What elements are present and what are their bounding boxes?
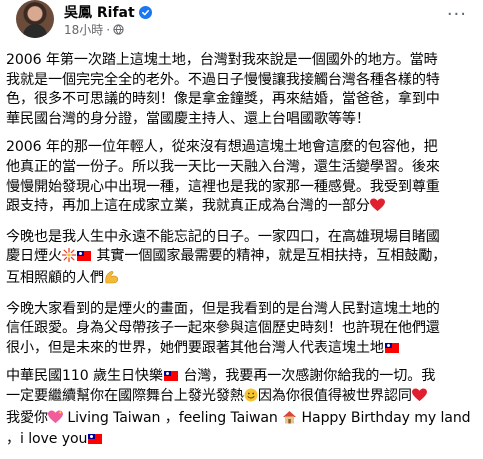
sparkling-heart-emoji <box>48 409 63 431</box>
verified-badge-icon <box>138 5 152 19</box>
author-avatar[interactable] <box>16 0 54 38</box>
text-line: 我愛你 Living Taiwan ，feeling Taiwan Happy … <box>6 409 476 431</box>
text-line: 我就是一個完完全全的老外。不過日子慢慢讓我接觸台灣各種各樣的特 <box>6 71 440 88</box>
roc-taiwan-flag-emoji <box>384 342 399 353</box>
paragraph-4: 今晚大家看到的是煙火的畫面，但是我看到的是台灣人民對這塊土地的 信任跟愛。身為父… <box>6 300 476 359</box>
meta-separator: · <box>106 22 111 37</box>
globe-icon <box>113 24 124 35</box>
text-segment: 跟支持，再加上這在成家立業，我就真正成為台灣的一部分 <box>6 198 370 215</box>
flexed-biceps-emoji <box>104 270 119 291</box>
text-line: 中華民國110 歲生日快樂 台灣，我要再一次感謝你給我的一切。我 <box>6 367 476 387</box>
text-line: ，i love you <box>6 430 476 450</box>
roc-taiwan-flag-emoji <box>163 371 178 382</box>
text-segment: 我愛你 <box>6 409 48 426</box>
text-segment: 互相照顧的人們 <box>6 269 104 286</box>
paragraph-1: 2006 年第一次踏上這塊土地，台灣對我來說是一個國外的地方。當時 我就是一個完… <box>6 51 476 129</box>
facebook-post: 吳鳳 Rifat 18小時 · ··· 2006 年第一次踏上這塊土地，台灣對我… <box>0 0 483 447</box>
text-segment: 一定要繼續幫你在國際舞台上發光發熱 <box>6 387 244 404</box>
text-segment: 很小，但是未來的世界，她們要跟著其他台灣人代表這塊土地 <box>6 339 384 356</box>
smiling-face-emoji <box>244 388 258 409</box>
text-line: 跟支持，再加上這在成家立業，我就真正成為台灣的一部分 <box>6 197 476 219</box>
text-segment: Living Taiwan ，feeling Taiwan <box>62 409 283 426</box>
text-segment: 台灣，我要再一次感謝你給我的一切。我 <box>178 368 436 385</box>
text-line: 慶日煙火 其實一個國家最需要的精神，就是互相扶持，互相鼓勵， <box>6 247 476 269</box>
red-heart-emoji <box>369 198 385 219</box>
post-time[interactable]: 18小時 <box>64 21 103 38</box>
text-segment: Happy Birthday my land <box>297 409 471 426</box>
roc-taiwan-flag-emoji <box>76 251 91 262</box>
post-meta: 18小時 · <box>64 21 124 38</box>
author-name-row: 吳鳳 Rifat <box>64 2 152 22</box>
firework-emoji <box>61 248 77 269</box>
text-segment: 中華民國110 歲生日快樂 <box>6 368 163 385</box>
more-options-button[interactable]: ··· <box>447 6 467 24</box>
text-segment: ，i love you <box>6 431 88 448</box>
text-segment: 其實一個國家最需要的精神，就是互相扶持，互相鼓勵， <box>91 248 447 265</box>
text-line: 今晚也是我人生中永遠不能忘記的日子。一家四口，在高雄現場目睹國 <box>6 228 440 245</box>
text-segment: 慶日煙火 <box>6 248 62 265</box>
text-line: 華民國台灣的身分證，當國慶主持人、還上台唱國歌等等！ <box>6 110 370 127</box>
text-line: 一定要繼續幫你在國際舞台上發光發熱 因為你很值得被世界認同 <box>6 387 476 409</box>
paragraph-3: 今晚也是我人生中永遠不能忘記的日子。一家四口，在高雄現場目睹國 慶日煙火 其實一… <box>6 228 476 291</box>
text-line: 很小，但是未來的世界，她們要跟著其他台灣人代表這塊土地 <box>6 339 476 359</box>
post-header: 吳鳳 Rifat 18小時 · ··· <box>16 0 471 40</box>
text-line: 2006 年的那一位年輕人，從來沒有想過這塊土地會這麼的包容他，把 <box>6 139 438 156</box>
paragraph-5: 中華民國110 歲生日快樂 台灣，我要再一次感謝你給我的一切。我 一定要繼續幫你… <box>6 367 476 449</box>
roc-taiwan-flag-emoji <box>88 434 103 445</box>
house-emoji <box>282 410 297 431</box>
text-line: 慢慢開始發現心中出現一種，這裡也是我的家那一種感覺。我受到尊重 <box>6 178 440 195</box>
text-line: 互相照顧的人們 <box>6 269 476 291</box>
author-name[interactable]: 吳鳳 Rifat <box>64 2 135 22</box>
text-line: 色，很多不可思議的時刻！像是拿金鐘獎，再來結婚，當爸爸，拿到中 <box>6 91 440 108</box>
text-line: 2006 年第一次踏上這塊土地，台灣對我來說是一個國外的地方。當時 <box>6 52 438 68</box>
text-segment: 因為你很值得被世界認同 <box>257 387 412 404</box>
paragraph-2: 2006 年的那一位年輕人，從來沒有想過這塊土地會這麼的包容他，把 他真正的當一… <box>6 138 476 218</box>
text-line: 信任跟愛。身為父母帶孩子一起來參與這個歷史時刻！也許現在他們還 <box>6 320 440 337</box>
text-line: 今晚大家看到的是煙火的畫面，但是我看到的是台灣人民對這塊土地的 <box>6 300 440 317</box>
text-line: 他真正的當一份子。所以我一天比一天融入台灣，還生活變學習。後來 <box>6 158 440 175</box>
post-body: 2006 年第一次踏上這塊土地，台灣對我來說是一個國外的地方。當時 我就是一個完… <box>6 51 476 459</box>
red-heart-emoji <box>411 388 427 409</box>
